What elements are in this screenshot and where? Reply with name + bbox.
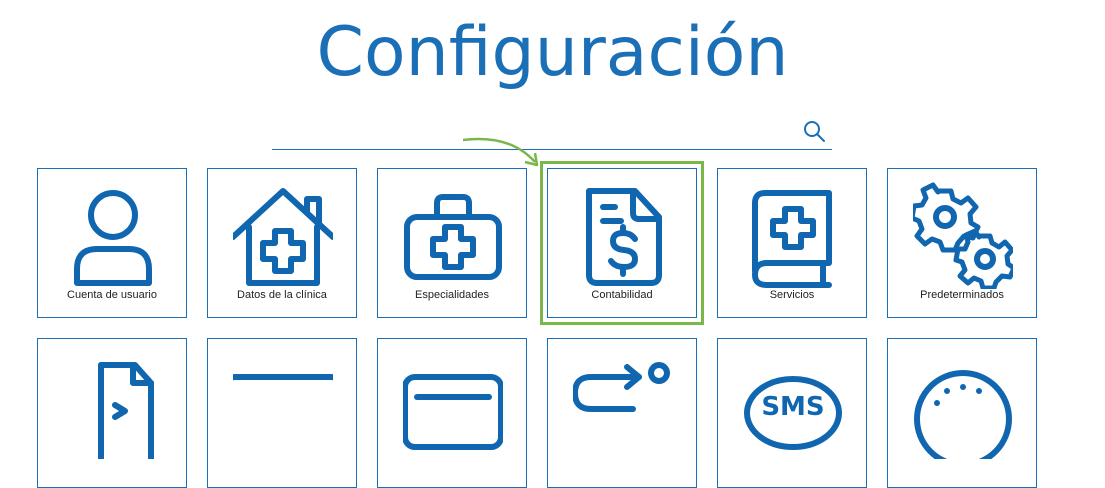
gears-icon xyxy=(913,182,1013,289)
tile-documento[interactable] xyxy=(37,338,187,488)
route-icon xyxy=(573,362,670,412)
svg-text:SMS: SMS xyxy=(761,392,824,422)
search-bar xyxy=(272,112,832,151)
ticket-icon xyxy=(233,374,333,381)
page-title: Configuración xyxy=(316,13,789,92)
monitor-icon xyxy=(403,374,503,450)
sms-icon: SMS xyxy=(744,376,842,450)
tile-reloj[interactable] xyxy=(887,338,1037,488)
tile-label: Cuenta de usuario xyxy=(67,289,157,301)
tile-pantalla[interactable] xyxy=(377,338,527,488)
clock-dots-icon xyxy=(914,370,1012,459)
tile-sms[interactable]: SMS xyxy=(717,338,867,488)
pointer-arrow-icon xyxy=(462,137,539,167)
tile-datos-de-la-clinica[interactable]: Datos de la clínica xyxy=(207,168,357,318)
tile-label: Predeterminados xyxy=(920,289,1004,301)
tile-label: Especialidades xyxy=(415,289,489,301)
tile-label: Servicios xyxy=(769,289,815,301)
tile-servicios[interactable]: Servicios xyxy=(717,168,867,318)
search-icon[interactable] xyxy=(802,119,826,143)
tile-label: Datos de la clínica xyxy=(237,289,327,301)
clinic-house-icon xyxy=(233,188,333,286)
highlight-frame xyxy=(540,161,704,325)
tile-ticket[interactable] xyxy=(207,338,357,488)
medical-kit-icon xyxy=(404,194,502,280)
tile-especialidades[interactable]: Especialidades xyxy=(377,168,527,318)
tile-ruta[interactable] xyxy=(547,338,697,488)
tile-cuenta-de-usuario[interactable]: Cuenta de usuario xyxy=(37,168,187,318)
medical-book-icon xyxy=(752,190,832,288)
user-icon xyxy=(74,190,152,286)
document-icon xyxy=(98,362,154,459)
tile-predeterminados[interactable]: Predeterminados xyxy=(887,168,1037,318)
